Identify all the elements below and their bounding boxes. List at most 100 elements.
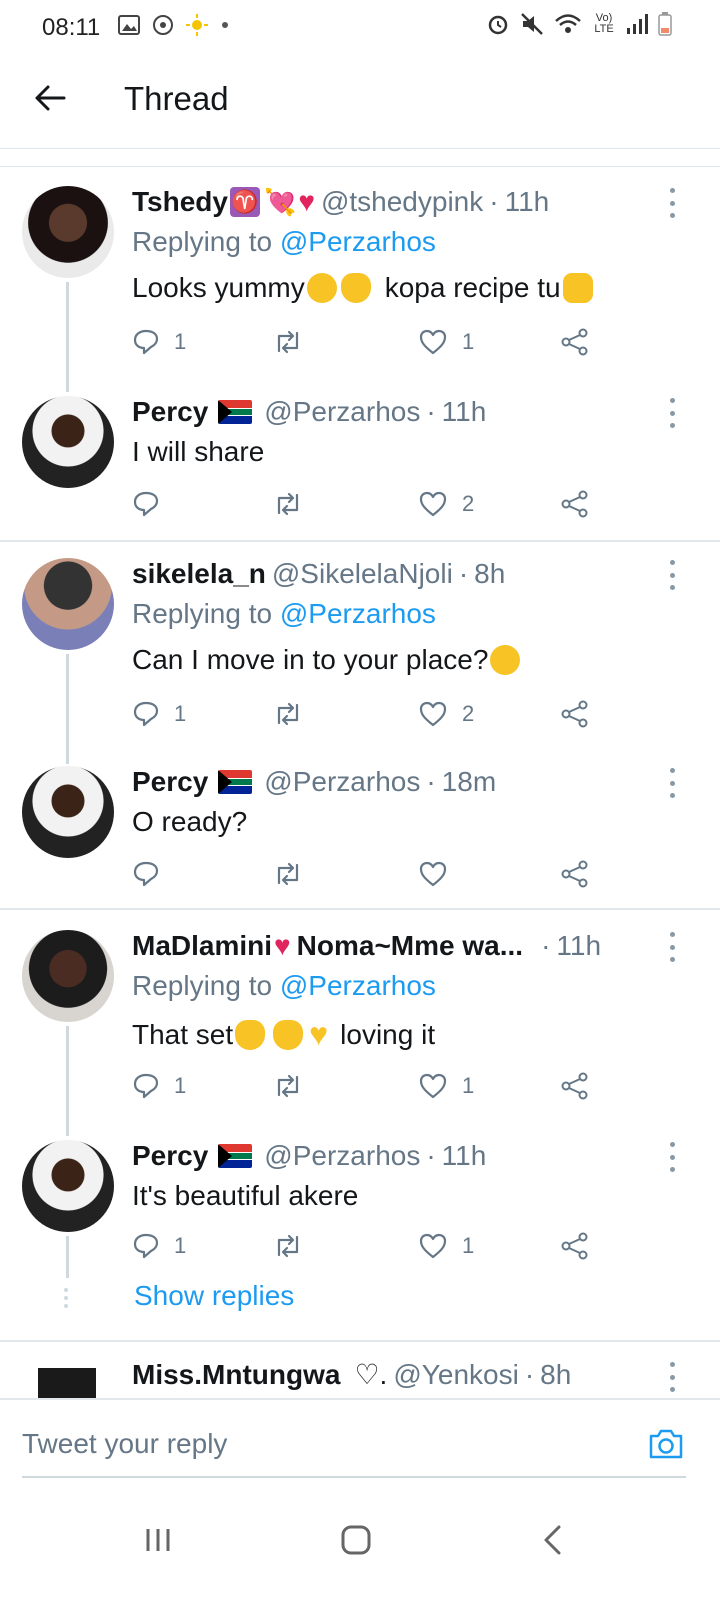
- status-bar: 08:11 Vo) LTE: [0, 0, 720, 52]
- timestamp: 11h: [441, 1140, 487, 1171]
- like-button[interactable]: 1: [418, 1226, 474, 1266]
- retweet-icon: [277, 1234, 299, 1258]
- avatar[interactable]: [38, 1368, 96, 1398]
- recent-apps-button[interactable]: [128, 1510, 188, 1570]
- tweet-madlamini[interactable]: MaDlamini ♥ Noma~Mme wa... · 11h Replyin…: [0, 924, 720, 1136]
- retweet-button[interactable]: [272, 694, 318, 734]
- like-button[interactable]: 1: [418, 322, 474, 362]
- display-name-continued: Noma~Mme wa...: [296, 930, 524, 961]
- more-options-icon[interactable]: [662, 1142, 682, 1172]
- tweet-actions: 1 2: [132, 694, 612, 734]
- more-options-icon[interactable]: [662, 932, 682, 962]
- avatar[interactable]: [22, 766, 114, 858]
- share-button[interactable]: [560, 484, 590, 524]
- more-options-icon[interactable]: [662, 1362, 682, 1392]
- page-title: Thread: [124, 80, 229, 117]
- retweet-button[interactable]: [272, 484, 318, 524]
- mention-link[interactable]: @Perzarhos: [280, 598, 436, 629]
- handle[interactable]: @Perzarhos: [264, 766, 420, 798]
- tweet-percy-2[interactable]: Percy @Perzarhos · 18m O ready?: [0, 760, 720, 910]
- recent-apps-icon: [146, 1529, 170, 1551]
- mention-link[interactable]: @Perzarhos: [280, 226, 436, 257]
- header-divider: [0, 148, 720, 149]
- tweet-text-part: kopa recipe tu: [384, 272, 561, 303]
- tweet-text-part: O ready?: [132, 806, 248, 837]
- thread-line: [66, 1236, 69, 1278]
- network-label: Vo) LTE: [594, 12, 614, 35]
- share-icon: [561, 1072, 588, 1100]
- reply-count: 1: [174, 1073, 187, 1098]
- handle[interactable]: @Yenkosi: [393, 1359, 518, 1391]
- reply-button[interactable]: 1: [132, 1226, 186, 1266]
- reply-button[interactable]: [132, 854, 174, 894]
- home-icon: [341, 1525, 371, 1555]
- south-africa-flag-icon: [218, 1144, 253, 1168]
- reply-input[interactable]: Tweet your reply: [22, 1428, 227, 1460]
- display-name: Miss.Mntungwa: [132, 1358, 341, 1390]
- separator: ·: [458, 558, 469, 589]
- retweet-icon: [277, 330, 299, 354]
- input-underline: [22, 1476, 686, 1478]
- display-name: Tshedy: [132, 186, 228, 217]
- handle[interactable]: @Perzarhos: [264, 1140, 420, 1172]
- tweet-text-part: It's beautiful akere: [132, 1180, 359, 1211]
- status-time: 08:11: [42, 14, 101, 41]
- rolling-eyes-emoji-icon: [490, 645, 521, 675]
- reply-button[interactable]: 1: [132, 1066, 186, 1106]
- more-options-icon[interactable]: [662, 188, 682, 218]
- timestamp: 8h: [540, 1358, 572, 1390]
- avatar[interactable]: [22, 186, 114, 278]
- back-button[interactable]: [28, 76, 72, 120]
- share-button[interactable]: [560, 322, 590, 362]
- like-button[interactable]: 1: [418, 1066, 474, 1106]
- sync-icon: [153, 15, 173, 35]
- retweet-button[interactable]: [272, 1226, 318, 1266]
- drooling-face-emoji-icon: [306, 273, 337, 303]
- tweet-tshedy[interactable]: Tshedy ♈ 💘 ♥ @tshedypink · 11h Replying …: [0, 180, 720, 392]
- tweet-miss-mntungwa[interactable]: Miss.Mntungwa ♡. @Yenkosi · 8h: [0, 1352, 720, 1398]
- heart-icon: [419, 861, 447, 887]
- tweet-header: Tshedy ♈ 💘 ♥ @tshedypink · 11h: [132, 186, 549, 218]
- tweet-sikelela[interactable]: sikelela_n @SikelelaNjoli · 8h Replying …: [0, 552, 720, 764]
- share-button[interactable]: [560, 1226, 590, 1266]
- like-button[interactable]: 2: [418, 484, 474, 524]
- reply-button[interactable]: 1: [132, 322, 186, 362]
- like-button[interactable]: 2: [418, 694, 474, 734]
- more-options-icon[interactable]: [662, 398, 682, 428]
- show-replies-link[interactable]: Show replies: [134, 1280, 294, 1312]
- avatar[interactable]: [22, 558, 114, 650]
- retweet-button[interactable]: [272, 322, 318, 362]
- tweet-percy-1[interactable]: Percy @Perzarhos · 11h I will share 2: [0, 390, 720, 540]
- avatar[interactable]: [22, 930, 114, 1022]
- more-options-icon[interactable]: [662, 768, 682, 798]
- home-button[interactable]: [326, 1510, 386, 1570]
- tweet-percy-3[interactable]: Percy @Perzarhos · 11h It's beautiful ak…: [0, 1134, 720, 1334]
- separator: ·: [541, 930, 551, 961]
- tweet-header: sikelela_n @SikelelaNjoli · 8h: [132, 558, 505, 590]
- reply-count: 1: [174, 329, 187, 354]
- like-count: 1: [462, 1073, 475, 1098]
- avatar[interactable]: [22, 396, 114, 488]
- share-button[interactable]: [560, 1066, 590, 1106]
- handle[interactable]: @tshedypink: [321, 186, 483, 218]
- retweet-button[interactable]: [272, 854, 318, 894]
- camera-icon[interactable]: [646, 1424, 686, 1464]
- share-button[interactable]: [560, 854, 590, 894]
- handle[interactable]: @Perzarhos: [264, 396, 420, 428]
- reply-button[interactable]: [132, 484, 174, 524]
- more-options-icon[interactable]: [662, 560, 682, 590]
- thread-line: [66, 282, 69, 392]
- like-button[interactable]: [418, 854, 462, 894]
- display-name: sikelela_n: [132, 558, 266, 589]
- reply-button[interactable]: 1: [132, 694, 186, 734]
- tweet-header: Percy @Perzarhos · 18m: [132, 766, 496, 798]
- share-button[interactable]: [560, 694, 590, 734]
- back-nav-button[interactable]: [522, 1510, 582, 1570]
- separator: ·: [524, 1358, 535, 1390]
- tweet-actions: 1 1: [132, 1066, 612, 1106]
- retweet-button[interactable]: [272, 1066, 318, 1106]
- handle[interactable]: @SikelelaNjoli: [272, 558, 453, 590]
- tweet-text: It's beautiful akere: [132, 1180, 358, 1212]
- mention-link[interactable]: @Perzarhos: [280, 970, 436, 1001]
- avatar[interactable]: [22, 1140, 114, 1232]
